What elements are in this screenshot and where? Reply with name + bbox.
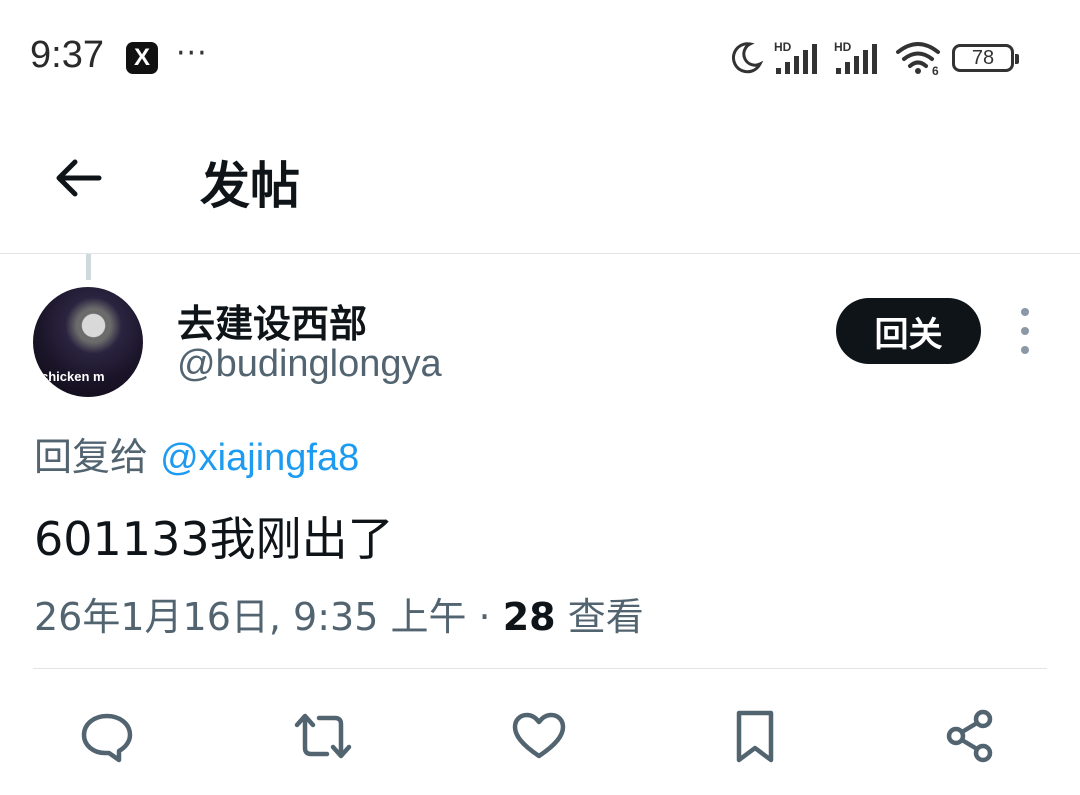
author-handle[interactable]: @budinglongya [177, 343, 442, 386]
post-meta: 26年1月16日, 9:35 上午 · 28 查看 [34, 586, 644, 641]
post-text: 601133我刚出了 [34, 512, 394, 566]
share-button[interactable] [941, 706, 1001, 766]
meta-separator: · [466, 595, 503, 639]
share-icon [946, 709, 993, 763]
more-dot [1021, 346, 1029, 354]
bookmark-icon [736, 710, 774, 763]
repost-button[interactable] [293, 706, 353, 766]
speech-bubble-icon [81, 713, 133, 763]
like-button[interactable] [509, 706, 569, 766]
x-app-icon: X [126, 42, 158, 74]
battery-indicator: 78 [952, 44, 1019, 72]
post-timestamp[interactable]: 26年1月16日, 9:35 上午 [34, 595, 466, 639]
page-title: 发帖 [200, 157, 300, 215]
reply-context: 回复给 @xiajingfa8 [34, 426, 359, 481]
notification-more-indicator: ··· [176, 36, 208, 71]
reply-prefix: 回复给 [34, 435, 149, 479]
avatar[interactable]: chicken m [33, 287, 143, 397]
cell-signal-icon: HD [834, 40, 877, 74]
action-divider [33, 668, 1047, 669]
thread-connector-line [86, 254, 91, 280]
more-dot [1021, 327, 1029, 335]
bookmark-button[interactable] [725, 706, 785, 766]
cell-signal-icon: HD [774, 40, 817, 74]
reply-button[interactable] [77, 706, 137, 766]
avatar-caption: chicken m [41, 369, 105, 384]
status-icons: HD HD 6 78 [728, 38, 1019, 78]
header-divider [0, 253, 1080, 254]
wifi-version-label: 6 [932, 64, 939, 76]
repost-icon [294, 713, 352, 759]
battery-level: 78 [971, 46, 995, 69]
views-label: 查看 [567, 595, 644, 639]
heart-icon [512, 712, 566, 759]
follow-back-button[interactable]: 回关 [836, 298, 981, 364]
moon-icon [731, 42, 764, 74]
more-options-button[interactable] [1010, 308, 1040, 354]
back-button[interactable] [50, 150, 106, 206]
signal-hd-label: HD [774, 40, 792, 54]
more-dot [1021, 308, 1029, 316]
back-arrow-icon [56, 159, 102, 197]
reply-to-user-link[interactable]: @xiajingfa8 [160, 437, 359, 479]
wifi-icon: 6 [896, 42, 940, 76]
author-display-name[interactable]: 去建设西部 [177, 293, 367, 348]
status-time: 9:37 [30, 34, 104, 76]
views-count: 28 [502, 595, 556, 639]
signal-hd-label: HD [834, 40, 852, 54]
